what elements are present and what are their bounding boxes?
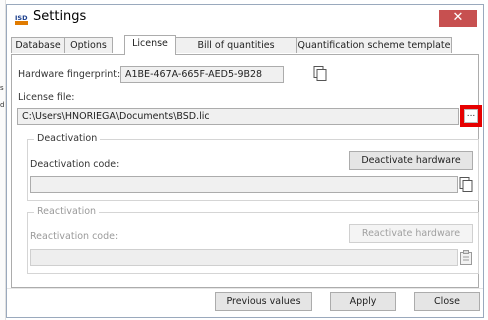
deactivation-code-field[interactable] — [30, 176, 458, 193]
tab-bar: Database Options License Bill of quantit… — [11, 35, 479, 67]
close-button[interactable]: Close — [414, 292, 480, 311]
footer-separator — [7, 288, 483, 289]
reactivation-code-field — [30, 249, 458, 266]
reactivate-hardware-button: Reactivate hardware — [349, 224, 473, 243]
app-logo-text: ISD — [15, 14, 28, 22]
strip-mark: d — [0, 101, 5, 109]
tab-options[interactable]: Options — [64, 37, 113, 53]
license-file-label: License file: — [18, 92, 75, 103]
paste-icon — [460, 250, 472, 265]
tab-bill-of-quantities-template[interactable]: Bill of quantities template — [175, 37, 297, 67]
close-window-button[interactable]: ✕ — [439, 10, 477, 27]
previous-values-button[interactable]: Previous values — [215, 292, 312, 311]
hardware-fingerprint-label: Hardware fingerprint: — [18, 69, 121, 80]
copy-icon[interactable] — [459, 177, 473, 192]
deactivate-hardware-button[interactable]: Deactivate hardware — [349, 151, 473, 170]
license-file-field[interactable]: C:\Users\HNORIEGA\Documents\BSD.lic — [17, 108, 459, 125]
reactivation-code-label: Reactivation code: — [30, 231, 119, 242]
deactivation-code-label: Deactivation code: — [30, 159, 120, 170]
browse-license-button[interactable]: ... — [464, 109, 478, 123]
tab-license[interactable]: License — [124, 35, 176, 55]
copy-icon[interactable] — [313, 66, 327, 81]
reactivation-group-title: Reactivation — [34, 206, 100, 217]
tab-database[interactable]: Database — [11, 37, 65, 53]
deactivation-group-title: Deactivation — [34, 133, 101, 144]
settings-window: ISD Settings ✕ Database Options License … — [6, 4, 484, 318]
app-logo-icon: ISD — [15, 14, 28, 25]
tab-quantification-scheme-template[interactable]: Quantification scheme template — [296, 37, 452, 53]
hardware-fingerprint-field: A1BE-467A-665F-AED5-9B28 — [120, 66, 284, 83]
strip-mark: s — [0, 84, 4, 92]
close-icon: ✕ — [452, 10, 464, 25]
window-title: Settings — [33, 9, 87, 24]
title-bar: ISD Settings ✕ — [7, 5, 483, 32]
apply-button[interactable]: Apply — [330, 292, 396, 311]
